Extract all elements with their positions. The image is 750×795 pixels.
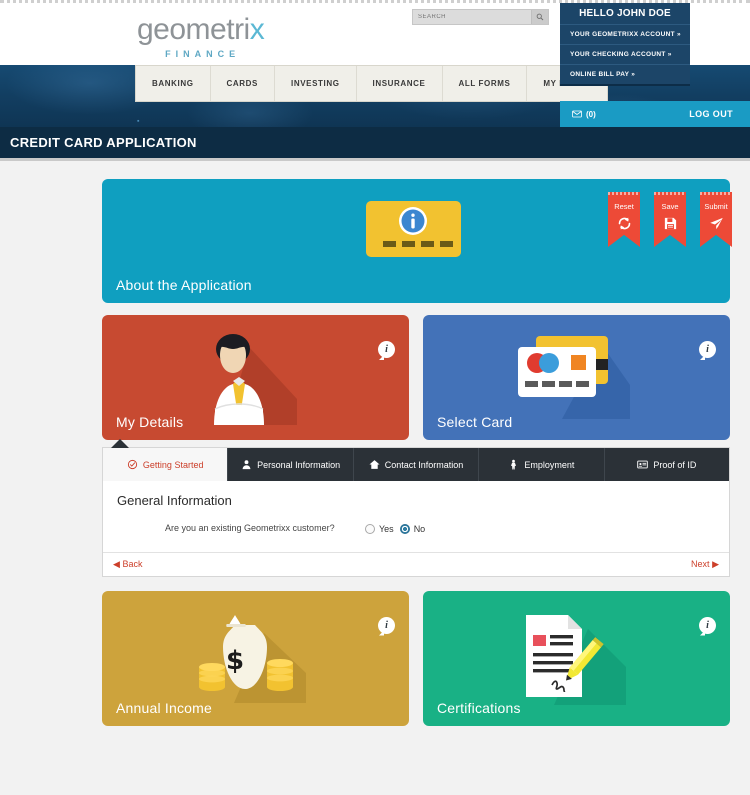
- tab-personal-information-label: Personal Information: [257, 459, 341, 470]
- person-icon: [242, 460, 251, 470]
- account-menu-item-checking[interactable]: YOUR CHECKING ACCOUNT »: [560, 44, 690, 64]
- panel-certifications[interactable]: i Certifications: [423, 590, 730, 726]
- svg-text:$: $: [226, 646, 244, 676]
- submit-label: Submit: [704, 202, 728, 211]
- application-form-module: Getting Started Personal Information Con…: [102, 439, 730, 577]
- nav-item-cards[interactable]: CARDS: [211, 66, 275, 101]
- tab-contact-information-label: Contact Information: [384, 459, 464, 470]
- reset-button[interactable]: Reset: [608, 192, 640, 247]
- panel-select-card-info-icon[interactable]: i: [699, 341, 716, 358]
- radio-option-no[interactable]: No: [399, 524, 426, 534]
- tab-getting-started[interactable]: Getting Started: [103, 448, 229, 481]
- panel-certifications-info-icon[interactable]: i: [699, 616, 716, 634]
- radio-no-input[interactable]: [399, 524, 410, 534]
- page-title-bar: CREDIT CARD APPLICATION: [0, 127, 750, 161]
- search-button[interactable]: [531, 10, 548, 24]
- main-content: Reset Save Submit About the Application …: [0, 179, 750, 738]
- user-action-bar: (0) LOG OUT: [560, 101, 750, 127]
- existing-customer-label: Are you an existing Geometrixx customer?: [165, 523, 335, 533]
- account-menu-item-bill-pay[interactable]: ONLINE BILL PAY »: [560, 64, 690, 84]
- panel-annual-income[interactable]: $ i Annual Income: [102, 590, 409, 726]
- submit-button[interactable]: Submit: [700, 192, 732, 247]
- search-icon: [536, 13, 544, 21]
- search-input[interactable]: [413, 14, 531, 20]
- panel-annual-income-info-icon[interactable]: i: [378, 616, 395, 634]
- back-arrow-icon: ◀: [113, 558, 120, 569]
- tab-getting-started-label: Getting Started: [142, 459, 204, 470]
- save-label: Save: [661, 202, 679, 211]
- tab-employment-label: Employment: [524, 459, 575, 470]
- form-navigation: ◀ Back Next ▶: [103, 551, 729, 576]
- ribbon-actions: Reset Save Submit: [608, 192, 732, 247]
- back-button[interactable]: ◀ Back: [113, 559, 142, 570]
- nav-item-all-forms[interactable]: ALL FORMS: [443, 66, 528, 101]
- logo-x-mark: x: [249, 13, 265, 46]
- logo-wordmark: geometrix: [137, 13, 265, 46]
- logo-tagline: FINANCE: [165, 49, 241, 59]
- panel-annual-income-title: Annual Income: [116, 699, 212, 716]
- messages-count: (0): [586, 109, 596, 119]
- panel-certifications-title: Certifications: [437, 699, 521, 716]
- reset-label: Reset: [614, 202, 634, 211]
- businessman-illustration: [187, 329, 299, 430]
- tab-pointer-icon: [111, 439, 129, 448]
- form-tab-bar: Getting Started Personal Information Con…: [103, 448, 729, 481]
- save-button[interactable]: Save: [654, 192, 686, 247]
- page-title: CREDIT CARD APPLICATION: [10, 135, 197, 150]
- info-card-illustration: [365, 197, 467, 268]
- logo-text: geometri: [137, 13, 250, 46]
- panel-row-secondary: $ i Annual Income i Certifications: [102, 590, 730, 726]
- carousel-indicator-icon[interactable]: ▪: [137, 118, 139, 125]
- next-arrow-icon: ▶: [712, 558, 719, 569]
- next-label: Next: [691, 558, 710, 569]
- tab-personal-information[interactable]: Personal Information: [228, 448, 354, 481]
- content-bottom-spacer: [0, 726, 750, 738]
- envelope-icon: [572, 110, 582, 118]
- top-bar: geometrix FINANCE HELLO JOHN DOE YOUR GE…: [0, 0, 750, 86]
- account-dropdown-menu[interactable]: HELLO JOHN DOE YOUR GEOMETRIXX ACCOUNT »…: [560, 3, 690, 86]
- next-button[interactable]: Next ▶: [691, 559, 719, 570]
- radio-yes-label: Yes: [379, 524, 394, 534]
- site-logo[interactable]: geometrix FINANCE: [137, 13, 265, 60]
- tab-proof-of-id-label: Proof of ID: [653, 459, 697, 470]
- main-navigation: BANKING CARDS INVESTING INSURANCE ALL FO…: [135, 65, 609, 102]
- logout-button[interactable]: LOG OUT: [689, 109, 733, 119]
- messages-indicator[interactable]: (0): [572, 110, 596, 119]
- target-check-icon: [127, 459, 138, 470]
- nav-item-banking[interactable]: BANKING: [136, 66, 211, 101]
- account-menu-item-geometrixx[interactable]: YOUR GEOMETRIXX ACCOUNT »: [560, 24, 690, 44]
- back-label: Back: [122, 558, 143, 569]
- form-row-existing-customer: Are you an existing Geometrixx customer?…: [117, 522, 715, 552]
- panel-my-details[interactable]: i My Details: [102, 315, 409, 440]
- worker-icon: [511, 459, 517, 470]
- signed-document-illustration: [508, 609, 627, 710]
- panel-about-title: About the Application: [116, 277, 252, 293]
- money-bag-illustration: $: [186, 611, 307, 708]
- refresh-icon: [617, 216, 632, 236]
- tab-proof-of-id[interactable]: Proof of ID: [605, 448, 729, 481]
- panel-select-card[interactable]: i Select Card: [423, 315, 730, 440]
- nav-item-investing[interactable]: INVESTING: [275, 66, 357, 101]
- tab-contact-information[interactable]: Contact Information: [354, 448, 480, 481]
- tab-employment[interactable]: Employment: [479, 448, 605, 481]
- account-greeting: HELLO JOHN DOE: [579, 8, 671, 19]
- existing-customer-radio-group[interactable]: Yes No: [365, 522, 425, 534]
- panel-my-details-info-icon[interactable]: i: [378, 341, 395, 358]
- radio-option-yes[interactable]: Yes: [365, 524, 394, 534]
- panel-row-primary: i My Details i Select Card: [102, 315, 730, 440]
- panel-select-card-title: Select Card: [437, 414, 513, 430]
- form-body: General Information Are you an existing …: [103, 481, 729, 552]
- id-card-icon: [637, 460, 649, 469]
- search-box[interactable]: [412, 9, 549, 25]
- panel-my-details-title: My Details: [116, 414, 184, 430]
- credit-cards-illustration: [510, 333, 631, 424]
- radio-no-label: No: [413, 524, 426, 534]
- form-section-heading: General Information: [117, 493, 232, 508]
- paper-plane-icon: [709, 216, 724, 236]
- floppy-disk-icon: [663, 216, 678, 236]
- nav-item-insurance[interactable]: INSURANCE: [357, 66, 443, 101]
- home-icon: [369, 460, 380, 469]
- radio-yes-input[interactable]: [365, 524, 375, 534]
